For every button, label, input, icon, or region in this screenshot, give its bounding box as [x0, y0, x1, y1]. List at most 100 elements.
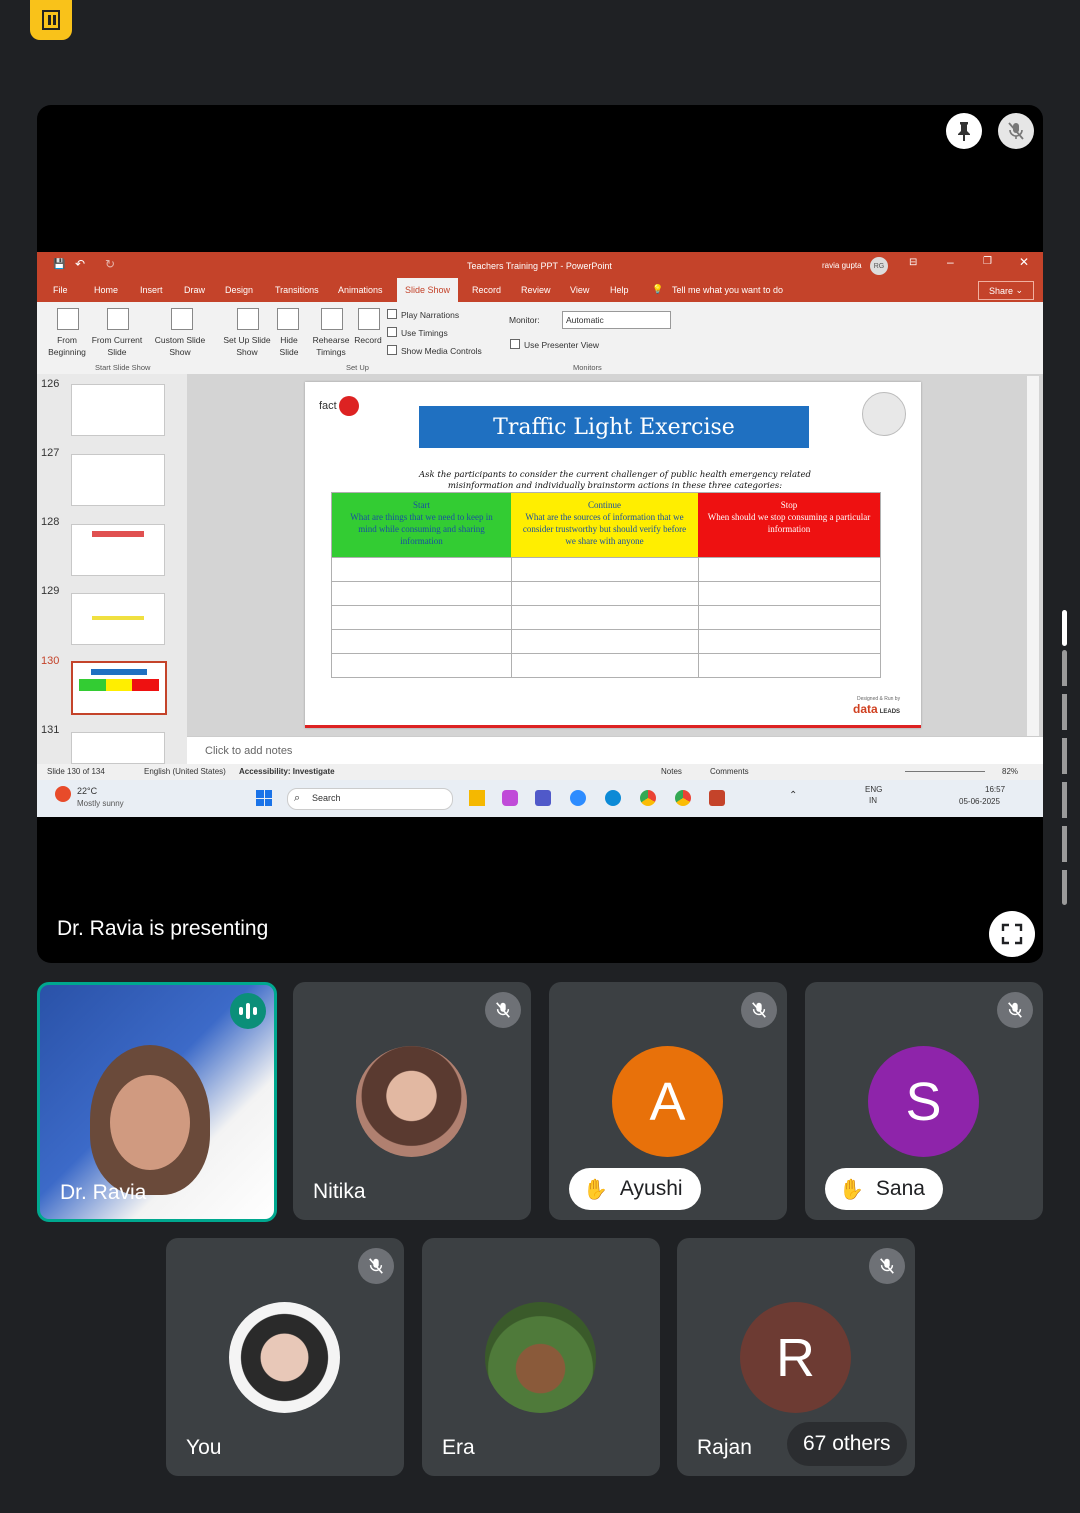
- tell-me-input[interactable]: Tell me what you want to do: [672, 285, 783, 295]
- raised-hand-chip[interactable]: ✋ Sana: [825, 1168, 943, 1210]
- slide-count: Slide 130 of 134: [47, 767, 105, 776]
- chrome-icon[interactable]: [640, 790, 656, 806]
- app-icon[interactable]: [30, 0, 72, 40]
- setup-show-button[interactable]: Set Up Slide Show: [221, 334, 273, 358]
- mic-off-icon: [997, 992, 1033, 1028]
- tab-insert[interactable]: Insert: [140, 285, 163, 295]
- current-slide[interactable]: fact Traffic Light Exercise Ask the part…: [305, 382, 921, 728]
- clock-time[interactable]: 16:57: [985, 785, 1005, 794]
- scrollbar-track[interactable]: [1062, 650, 1067, 905]
- ribbon-display-icon[interactable]: ⊟: [909, 257, 917, 268]
- undo-icon[interactable]: ↶: [75, 257, 85, 271]
- thumb-number: 131: [41, 724, 60, 736]
- raised-hand-chip[interactable]: ✋ Ayushi: [569, 1168, 701, 1210]
- avatar: A: [612, 1046, 723, 1157]
- copilot-icon[interactable]: [502, 790, 518, 806]
- windows-taskbar: 22°C Mostly sunny ⌕ Search ⌃ ENG IN 16:5…: [37, 780, 1043, 817]
- play-narrations-checkbox[interactable]: Play Narrations: [387, 309, 459, 320]
- zoom-icon[interactable]: [570, 790, 586, 806]
- slide-thumbnail[interactable]: [71, 384, 165, 436]
- restore-icon[interactable]: ❐: [983, 256, 992, 267]
- accessibility-status[interactable]: Accessibility: Investigate: [239, 767, 335, 776]
- fullscreen-icon[interactable]: [989, 911, 1035, 957]
- redo-icon[interactable]: ↻: [105, 257, 115, 271]
- slide-intro-text: Ask the participants to consider the cur…: [419, 470, 811, 491]
- window-title: Teachers Training PPT - PowerPoint: [467, 261, 612, 271]
- participant-name: Era: [442, 1436, 475, 1459]
- chrome-profile-icon[interactable]: [675, 790, 691, 806]
- tray-chevron-icon[interactable]: ⌃: [789, 790, 797, 801]
- slide-thumbnail[interactable]: [71, 593, 165, 645]
- presenter-view-checkbox[interactable]: Use Presenter View: [510, 339, 599, 350]
- participant-tile-ravia[interactable]: Dr. Ravia: [37, 982, 277, 1222]
- tab-transitions[interactable]: Transitions: [275, 285, 319, 295]
- weather-icon: [55, 786, 71, 802]
- rehearse-button[interactable]: Rehearse Timings: [309, 334, 353, 358]
- scrollbar-thumb[interactable]: [1062, 610, 1067, 646]
- from-beginning-button[interactable]: From Beginning: [42, 334, 92, 358]
- comments-toggle[interactable]: Comments: [710, 767, 749, 776]
- slide-thumbnail[interactable]: [71, 524, 165, 576]
- pin-icon[interactable]: [946, 113, 982, 149]
- participant-tile-you[interactable]: You: [166, 1238, 404, 1476]
- tab-view[interactable]: View: [570, 285, 589, 295]
- ppt-title-bar: 💾 ↶ ↻ Teachers Training PPT - PowerPoint…: [37, 252, 1043, 302]
- tab-design[interactable]: Design: [225, 285, 253, 295]
- hide-slide-button[interactable]: Hide Slide: [275, 334, 303, 358]
- tab-help[interactable]: Help: [610, 285, 629, 295]
- clock-date[interactable]: 05-06-2025: [959, 797, 1000, 806]
- avatar: [356, 1046, 467, 1157]
- lang-top[interactable]: ENG: [865, 785, 882, 794]
- zoom-level[interactable]: 82%: [1002, 767, 1018, 776]
- tab-draw[interactable]: Draw: [184, 285, 205, 295]
- mic-off-icon: [358, 1248, 394, 1284]
- zoom-slider[interactable]: [905, 771, 985, 772]
- slide-thumbnail[interactable]: [71, 732, 165, 764]
- tab-slide-show[interactable]: Slide Show: [397, 278, 459, 302]
- slide-thumbnail-active[interactable]: [71, 661, 167, 715]
- custom-show-button[interactable]: Custom Slide Show: [149, 334, 211, 358]
- participant-tile-ayushi[interactable]: A ✋ Ayushi: [549, 982, 787, 1220]
- record-button[interactable]: Record: [351, 334, 385, 346]
- language-status[interactable]: English (United States): [144, 767, 226, 776]
- file-explorer-icon[interactable]: [469, 790, 485, 806]
- weather-temp[interactable]: 22°C: [77, 786, 97, 796]
- show-media-checkbox[interactable]: Show Media Controls: [387, 345, 482, 356]
- edge-icon[interactable]: [605, 790, 621, 806]
- participant-tile-rajan[interactable]: R Rajan 67 others: [677, 1238, 915, 1476]
- table-row: [332, 653, 880, 678]
- tab-animations[interactable]: Animations: [338, 285, 383, 295]
- save-icon[interactable]: 💾: [53, 259, 65, 270]
- participant-tile-nitika[interactable]: Nitika: [293, 982, 531, 1220]
- tab-record[interactable]: Record: [472, 285, 501, 295]
- share-button[interactable]: Share ⌄: [978, 281, 1034, 300]
- powerpoint-icon[interactable]: [709, 790, 725, 806]
- teams-icon[interactable]: [535, 790, 551, 806]
- avatar[interactable]: RG: [870, 257, 888, 275]
- tab-file[interactable]: File: [53, 285, 68, 295]
- participant-tile-era[interactable]: Era: [422, 1238, 660, 1476]
- slide-thumbnail[interactable]: [71, 454, 165, 506]
- mic-off-icon[interactable]: [998, 113, 1034, 149]
- notes-toggle[interactable]: Notes: [661, 767, 682, 776]
- raised-hand-icon: ✋: [839, 1178, 864, 1201]
- participant-tile-sana[interactable]: S ✋ Sana: [805, 982, 1043, 1220]
- monitor-select[interactable]: Automatic: [562, 311, 671, 329]
- thumb-number: 130: [41, 655, 60, 667]
- from-current-button[interactable]: From Current Slide: [89, 334, 145, 358]
- windows-start-icon[interactable]: [256, 790, 272, 806]
- traffic-light-table: Start What are things that we need to kee…: [331, 492, 881, 678]
- taskbar-search[interactable]: ⌕ Search: [287, 788, 453, 810]
- slide-scrollbar[interactable]: [1027, 376, 1039, 754]
- others-count-chip[interactable]: 67 others: [787, 1422, 907, 1466]
- tab-review[interactable]: Review: [521, 285, 551, 295]
- notes-pane[interactable]: Click to add notes: [187, 736, 1043, 765]
- notes-placeholder[interactable]: Click to add notes: [205, 745, 292, 757]
- tab-home[interactable]: Home: [94, 285, 118, 295]
- close-icon[interactable]: ✕: [1019, 255, 1029, 269]
- avatar: S: [868, 1046, 979, 1157]
- mic-off-icon: [869, 1248, 905, 1284]
- use-timings-checkbox[interactable]: Use Timings: [387, 327, 448, 338]
- thumb-number: 127: [41, 447, 60, 459]
- minimize-icon[interactable]: –: [947, 255, 954, 269]
